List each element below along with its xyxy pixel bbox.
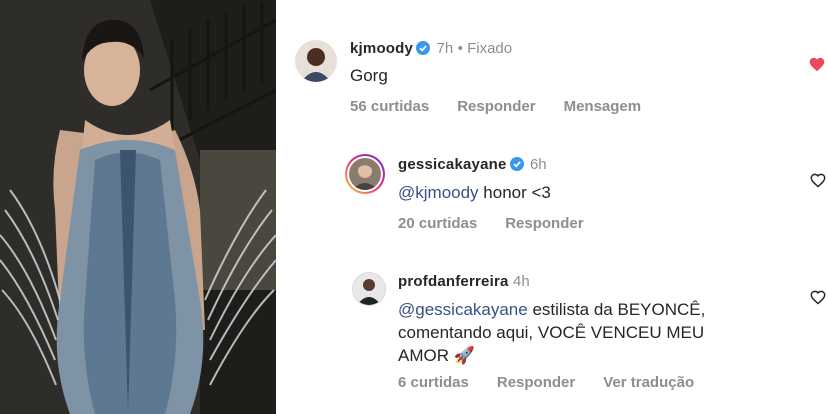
divider [276, 0, 290, 414]
heart-filled-icon[interactable] [808, 56, 826, 72]
comment-body: estilista da BEYONCÊ, [527, 300, 706, 319]
mention-link[interactable]: @gessicakayane [398, 300, 528, 319]
pinned-label: • Fixado [457, 40, 513, 57]
comment-time: 4h [512, 273, 530, 290]
avatar[interactable] [352, 272, 386, 306]
username[interactable]: profdanferreira [398, 273, 509, 290]
comment-text-line-2: comentando aqui, VOCÊ VENCEU MEU [398, 323, 705, 342]
verified-badge-icon [416, 41, 431, 55]
reply-button[interactable]: Responder [497, 374, 575, 391]
username[interactable]: kjmoody [350, 40, 413, 57]
likes-count[interactable]: 20 curtidas [398, 215, 477, 232]
comment-time: 7h [436, 40, 454, 57]
comment-text-line-1: @gessicakayane estilista da BEYONCÊ, [398, 297, 705, 322]
username[interactable]: gessicakayane [398, 156, 507, 173]
heart-outline-icon[interactable] [809, 289, 827, 305]
comment-text: @kjmoody honor <3 [398, 180, 551, 205]
comment-body: honor <3 [478, 183, 551, 202]
message-button[interactable]: Mensagem [564, 98, 642, 115]
comment-time: 6h [529, 156, 547, 173]
reply-button[interactable]: Responder [457, 98, 535, 115]
avatar[interactable] [295, 40, 337, 82]
likes-count[interactable]: 6 curtidas [398, 374, 469, 391]
post-photo [0, 0, 276, 414]
mention-link[interactable]: @kjmoody [398, 183, 479, 202]
verified-badge-icon [509, 157, 524, 171]
comment-text: Gorg [350, 66, 388, 85]
comment-text-line-3: AMOR 🚀 [398, 346, 475, 365]
likes-count[interactable]: 56 curtidas [350, 98, 429, 115]
reply-button[interactable]: Responder [505, 215, 583, 232]
avatar-story-ring[interactable] [345, 154, 385, 194]
translate-button[interactable]: Ver tradução [603, 374, 694, 391]
heart-outline-icon[interactable] [809, 172, 827, 188]
